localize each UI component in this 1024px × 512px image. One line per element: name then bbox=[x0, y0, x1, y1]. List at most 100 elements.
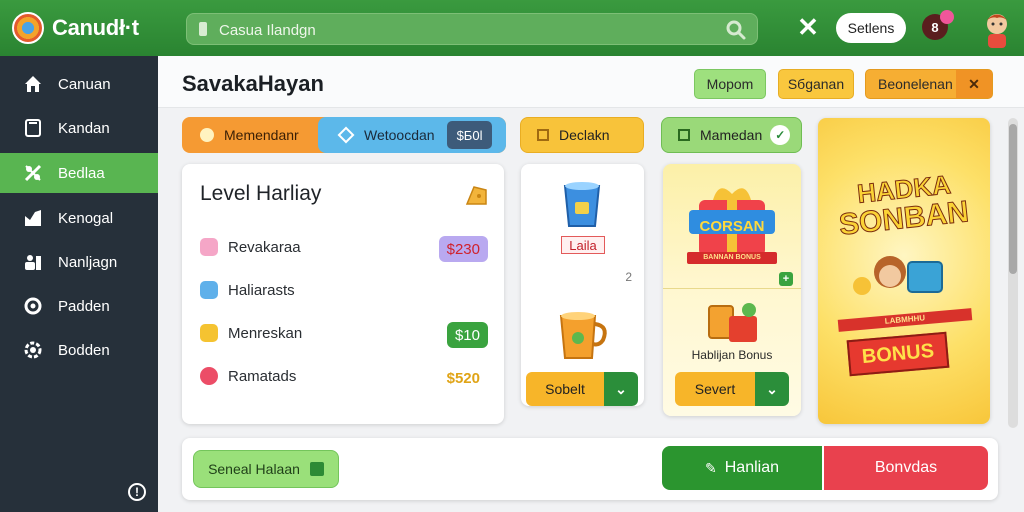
tab-label: Memendanr bbox=[224, 127, 299, 143]
sidebar-item-documents[interactable]: Kandan bbox=[0, 108, 158, 148]
promo-banner-title: CORSAN bbox=[699, 218, 765, 235]
sidebar-item-chart[interactable]: Kenogal bbox=[0, 198, 158, 238]
tab-group: Memendanr Wetoocdan $Б0l bbox=[182, 117, 506, 153]
gift-icon bbox=[200, 238, 218, 256]
notification-dot bbox=[940, 10, 954, 24]
settings-icon bbox=[22, 339, 44, 361]
search-input[interactable]: Casua Ilandgn bbox=[186, 13, 758, 45]
bonus-ribbon: BONUS bbox=[846, 331, 950, 377]
info-icon[interactable]: ! bbox=[128, 483, 146, 501]
page-title: SavakaHayan bbox=[182, 71, 324, 96]
header-orange-button[interactable]: Beonelenan ✕ bbox=[865, 69, 993, 99]
shield-icon bbox=[200, 281, 218, 299]
tab-badge: $Б0l bbox=[446, 121, 493, 149]
divider bbox=[663, 288, 801, 289]
tools-icon bbox=[22, 162, 44, 184]
header-green-button[interactable]: Mopom bbox=[694, 69, 766, 99]
scrollbar-thumb[interactable] bbox=[1009, 124, 1017, 274]
level-row[interactable]: Menreskan bbox=[200, 324, 302, 342]
cancel-button[interactable]: Bonvdas bbox=[824, 446, 988, 490]
settings-button[interactable]: Setlens bbox=[836, 13, 906, 43]
avatar[interactable] bbox=[980, 8, 1014, 48]
promo-banner-sub: BANNAN BONUS bbox=[687, 252, 777, 264]
sync-icon bbox=[22, 295, 44, 317]
product-number: 2 bbox=[625, 270, 632, 284]
tab-wetoocdan[interactable]: Wetoocdan $Б0l bbox=[318, 117, 506, 153]
tab-memendanr[interactable]: Memendanr bbox=[182, 117, 318, 153]
level-row[interactable]: Ramatads bbox=[200, 367, 296, 385]
level-row-label: Haliarasts bbox=[228, 281, 295, 299]
product-select-button[interactable]: Sobelt ⌄ bbox=[526, 372, 638, 406]
cup-icon bbox=[563, 182, 601, 227]
bottom-action-bar: Seneal Halaan ✎ Hanlian Bonvdas bbox=[182, 438, 998, 500]
header-orange-label: Beonelenan bbox=[878, 76, 953, 92]
sidebar-item-users[interactable]: Nanljagn bbox=[0, 242, 158, 282]
heart-icon bbox=[200, 128, 214, 142]
sidebar-item-sync[interactable]: Padden bbox=[0, 286, 158, 326]
check-icon: ✓ bbox=[770, 125, 791, 145]
lock-icon bbox=[199, 22, 207, 36]
sidebar-item-label: Bedlaa bbox=[58, 164, 105, 182]
document-icon bbox=[22, 117, 44, 139]
save-button[interactable]: Seneal Halaan bbox=[193, 450, 339, 488]
chevron-down-icon: ⌄ bbox=[755, 372, 789, 406]
level-row-label: Ramatads bbox=[228, 367, 297, 385]
sidebar-item-label: Canuan bbox=[58, 75, 111, 93]
promo-select-label: Severt bbox=[675, 372, 755, 406]
tab-label: Wetoocdan bbox=[364, 127, 435, 143]
coin-icon bbox=[200, 324, 218, 342]
level-title: Level Harliay bbox=[200, 182, 322, 205]
confirm-button[interactable]: ✎ Hanlian bbox=[662, 446, 822, 490]
sidebar: Canuan Kandan Bedlaa Kenogal Nanljagn Pa… bbox=[0, 56, 158, 512]
level-row[interactable]: Revakaraa bbox=[200, 238, 301, 256]
product-label: Laila bbox=[561, 236, 605, 254]
product-card: Laila 2 Sobelt ⌄ bbox=[521, 164, 644, 406]
promo-caption: Hablijan Bonus bbox=[691, 348, 773, 362]
tab-label: Declakn bbox=[559, 127, 610, 143]
sidebar-item-tools[interactable]: Bedlaa bbox=[0, 153, 158, 193]
sidebar-item-settings[interactable]: Bodden bbox=[0, 330, 158, 370]
scrollbar[interactable] bbox=[1008, 118, 1018, 428]
app-brand: Canudł·t bbox=[52, 15, 139, 40]
image-icon bbox=[678, 129, 690, 141]
notification-icon[interactable]: 8 bbox=[922, 10, 954, 40]
chart-icon bbox=[22, 207, 44, 229]
save-button-label: Seneal Halaan bbox=[208, 461, 300, 477]
close-icon[interactable]: ✕ bbox=[956, 70, 992, 98]
sidebar-item-label: Padden bbox=[58, 297, 110, 315]
level-row[interactable]: Haliarasts bbox=[200, 281, 295, 299]
add-icon[interactable]: + bbox=[779, 272, 793, 286]
tab-label: Mamedan bbox=[700, 127, 763, 143]
cancel-button-label: Bonvdas bbox=[874, 459, 938, 476]
main-content: SavakaHayan Mopom Sбganan Beonelenan ✕ M… bbox=[158, 56, 1024, 512]
header-yellow-button[interactable]: Sбganan bbox=[778, 69, 854, 99]
promo-select-button[interactable]: Severt ⌄ bbox=[675, 372, 789, 406]
sidebar-item-label: Kandan bbox=[58, 119, 110, 137]
top-bar: Canudł·t Casua Ilandgn ✕ Setlens 8 bbox=[0, 0, 1024, 56]
close-icon[interactable]: ✕ bbox=[795, 14, 821, 40]
grid-icon bbox=[537, 129, 549, 141]
promo-card: CORSAN BANNAN BONUS + Hablijan Bonus Sev… bbox=[663, 164, 801, 416]
sidebar-item-home[interactable]: Canuan bbox=[0, 64, 158, 104]
sidebar-item-label: Kenogal bbox=[58, 209, 114, 227]
home-icon bbox=[22, 73, 44, 95]
search-icon[interactable] bbox=[725, 19, 747, 41]
app-logo[interactable] bbox=[12, 12, 44, 44]
level-row-value: $230 bbox=[438, 236, 488, 262]
save-icon bbox=[309, 462, 324, 476]
edit-icon: ✎ bbox=[705, 459, 717, 476]
tab-mamedan[interactable]: Mamedan ✓ bbox=[661, 117, 802, 153]
tab-declakn[interactable]: Declakn bbox=[520, 117, 644, 153]
tag-icon bbox=[337, 126, 355, 144]
level-row-value: $10 bbox=[446, 322, 488, 348]
product-select-label: Sobelt bbox=[526, 372, 604, 406]
sidebar-item-label: Bodden bbox=[58, 341, 110, 359]
sidebar-item-label: Nanljagn bbox=[58, 253, 118, 271]
chevron-down-icon: ⌄ bbox=[604, 372, 638, 406]
confirm-button-label: Hanlian bbox=[724, 459, 779, 476]
mug-icon bbox=[559, 312, 607, 359]
page-header: SavakaHayan Mopom Sбganan Beonelenan ✕ bbox=[158, 56, 1024, 108]
level-row-value: $520 bbox=[446, 369, 480, 387]
bonus-banner[interactable]: HADKA SONBAN LABMHHU BONUS bbox=[818, 118, 990, 424]
cheese-icon bbox=[465, 186, 487, 205]
